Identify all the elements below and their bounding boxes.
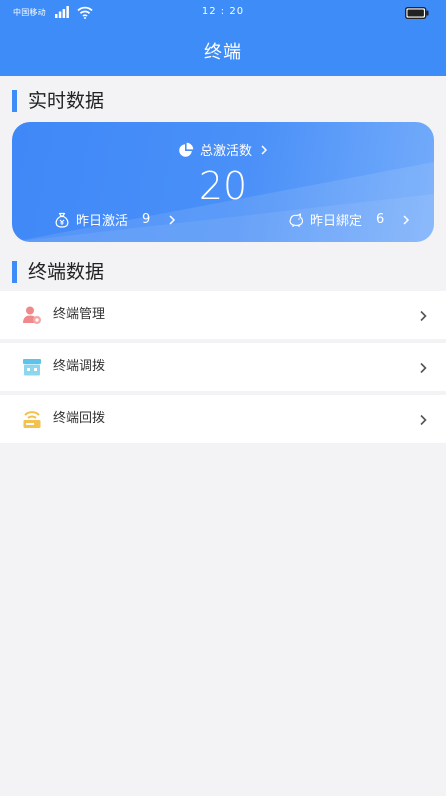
yesterday-activated-label: 昨日激活 xyxy=(76,214,129,229)
menu-item-terminal-transfer[interactable]: 终端调拨 xyxy=(0,343,446,391)
section-title-terminal: 终端数据 xyxy=(12,260,104,284)
chevron-right-icon xyxy=(420,362,427,374)
yesterday-bound-link[interactable]: 昨日綁定 6 xyxy=(288,210,410,229)
chevron-right-icon xyxy=(403,214,410,225)
status-time: 12 : 20 xyxy=(201,6,245,17)
yesterday-activated-value: 9 xyxy=(142,212,151,227)
menu-item-label: 终端管理 xyxy=(53,307,106,322)
chevron-right-icon xyxy=(420,414,427,426)
section-accent-bar xyxy=(12,90,17,112)
status-bar: 中国移动 12 : 20 xyxy=(0,0,446,26)
total-activations-link[interactable]: 总激活数 xyxy=(12,140,434,159)
app-header: 中国移动 12 : 20 终端 xyxy=(0,0,446,76)
battery-icon xyxy=(405,7,429,19)
section-accent-bar xyxy=(12,261,17,283)
piggy-bank-icon xyxy=(289,212,304,227)
chevron-right-icon xyxy=(169,214,176,225)
pie-chart-icon xyxy=(179,142,194,157)
menu-item-label: 终端回拨 xyxy=(53,411,106,426)
menu-item-terminal-recall[interactable]: 终端回拨 xyxy=(0,395,446,443)
section-title-text: 终端数据 xyxy=(28,261,105,283)
section-title-realtime: 实时数据 xyxy=(12,89,104,113)
page-title: 终端 xyxy=(204,42,242,63)
yesterday-bound-label: 昨日綁定 xyxy=(310,214,363,229)
money-bag-icon xyxy=(55,212,69,228)
menu-item-label: 终端调拨 xyxy=(53,359,106,374)
section-title-text: 实时数据 xyxy=(28,90,105,112)
total-activations-label: 总激活数 xyxy=(199,144,252,159)
chevron-right-icon xyxy=(420,310,427,322)
menu-item-terminal-management[interactable]: 终端管理 xyxy=(0,291,446,339)
terminal-menu-list: 终端管理 终端调拨 终端回拨 xyxy=(0,291,446,443)
yesterday-bound-value: 6 xyxy=(376,212,385,227)
wifi-device-icon xyxy=(23,411,41,428)
store-icon xyxy=(23,359,41,376)
user-gear-icon xyxy=(23,306,41,324)
yesterday-activated-link[interactable]: 昨日激活 9 xyxy=(54,210,176,229)
realtime-stats-card: 总激活数 20 昨日激活 9 昨日綁定 6 xyxy=(12,122,434,242)
chevron-right-icon xyxy=(261,144,268,155)
total-activations-value: 20 xyxy=(198,164,248,208)
